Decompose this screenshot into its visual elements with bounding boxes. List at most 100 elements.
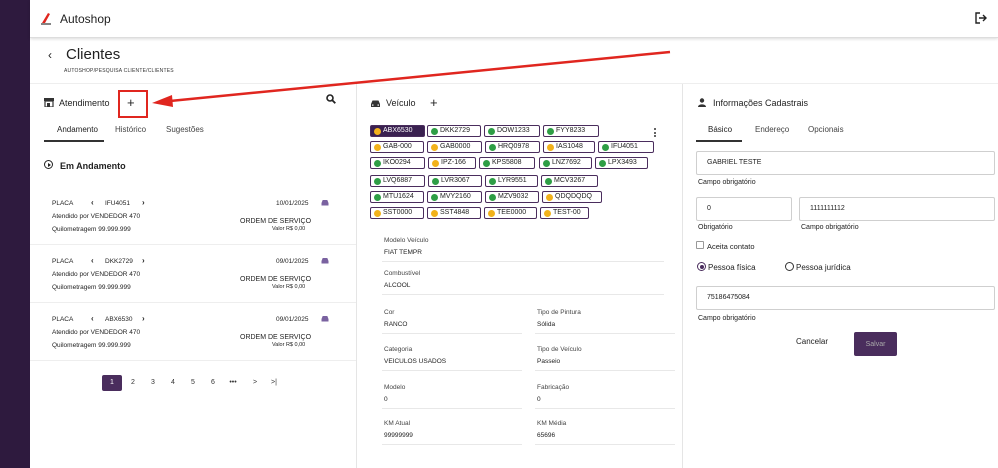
field-a[interactable]: 0 bbox=[696, 197, 792, 221]
plate-chip[interactable]: TEE0000 bbox=[484, 207, 537, 219]
tab-andamento[interactable]: Andamento bbox=[57, 125, 98, 134]
plate-chip-label: FYY8233 bbox=[556, 127, 586, 134]
vehicle-field: KM Média 65696 bbox=[535, 417, 675, 445]
plate-chip[interactable]: GAB-000 bbox=[370, 141, 424, 153]
plate-chip[interactable]: HRQ0978 bbox=[485, 141, 540, 153]
page-button[interactable]: > bbox=[245, 375, 265, 391]
vehicle-field: Modelo 0 bbox=[382, 381, 522, 409]
search-icon[interactable] bbox=[326, 94, 336, 104]
plate-chip[interactable]: IPZ-166 bbox=[428, 157, 476, 169]
plate-chip[interactable]: IKO0294 bbox=[370, 157, 425, 169]
tab-endereco[interactable]: Endereço bbox=[755, 125, 789, 134]
plate-chip-label: LPX3493 bbox=[608, 159, 637, 166]
plate-chip[interactable]: MVY2160 bbox=[427, 191, 482, 203]
plate-chip[interactable]: MZV9032 bbox=[485, 191, 539, 203]
plate-chip[interactable]: SST4848 bbox=[427, 207, 481, 219]
page-title: Clientes bbox=[66, 46, 121, 63]
card-date: 09/01/2025 bbox=[276, 316, 309, 323]
plate-chip[interactable]: DKK2729 bbox=[427, 125, 481, 137]
atendimento-card[interactable]: PLACA ‹ DKK2729 › 09/01/2025 Atendido por VEN… bbox=[30, 245, 356, 303]
valor: Valor R$ 0,00 bbox=[272, 226, 306, 232]
tab-historico[interactable]: Histórico bbox=[115, 125, 146, 134]
active-tab-indicator bbox=[696, 140, 742, 142]
page-button[interactable]: >| bbox=[264, 375, 284, 391]
next-plate-chevron-icon[interactable]: › bbox=[142, 198, 145, 207]
tab-sugestoes[interactable]: Sugestões bbox=[166, 125, 204, 134]
page-button[interactable]: ••• bbox=[223, 375, 243, 391]
tab-opcionais[interactable]: Opcionais bbox=[808, 125, 844, 134]
informacoes-title: Informações Cadastrais bbox=[713, 98, 809, 108]
page-button[interactable]: 3 bbox=[143, 375, 163, 391]
aceita-contato-checkbox[interactable] bbox=[696, 241, 704, 249]
plate-chip[interactable]: MCV3267 bbox=[541, 175, 598, 187]
card-date: 10/01/2025 bbox=[276, 200, 309, 207]
page-button[interactable]: 2 bbox=[123, 375, 143, 391]
back-chevron-icon[interactable]: ‹ bbox=[48, 48, 52, 62]
page-button[interactable]: 4 bbox=[163, 375, 183, 391]
plate-chip[interactable]: FYY8233 bbox=[543, 125, 599, 137]
pessoa-fisica-radio[interactable] bbox=[697, 262, 706, 271]
page-button[interactable]: 6 bbox=[203, 375, 223, 391]
vehicle-field-value: Passeio bbox=[537, 358, 561, 365]
next-plate-chevron-icon[interactable]: › bbox=[142, 314, 145, 323]
plate-chip[interactable]: MTU1624 bbox=[370, 191, 424, 203]
pagination: 1 2 3 4 5 6 ••• > >| bbox=[102, 375, 282, 391]
plate-chip[interactable]: LNZ7692 bbox=[539, 157, 592, 169]
status-dot-icon bbox=[488, 128, 495, 135]
prev-plate-chevron-icon[interactable]: ‹ bbox=[91, 256, 94, 265]
name-field[interactable]: GABRIEL TESTE bbox=[696, 151, 995, 175]
plate-chip-label: KPS5808 bbox=[492, 159, 522, 166]
plate-chip[interactable]: QDQDQDQ bbox=[542, 191, 602, 203]
plate-chip-label: TEE0000 bbox=[497, 209, 527, 216]
prev-plate-chevron-icon[interactable]: ‹ bbox=[91, 198, 94, 207]
car-icon bbox=[321, 258, 329, 264]
vehicle-field-label: Fabricação bbox=[537, 384, 570, 391]
status-dot-icon bbox=[602, 144, 609, 151]
plate-chip[interactable]: LYR9551 bbox=[485, 175, 538, 187]
plate-chip[interactable]: LVQ6887 bbox=[370, 175, 425, 187]
status-dot-icon bbox=[547, 128, 554, 135]
vehicle-field-label: Combustível bbox=[384, 270, 421, 277]
plate-chip[interactable]: SST0000 bbox=[370, 207, 424, 219]
tab-basico[interactable]: Básico bbox=[708, 125, 732, 134]
ordem-servico: ORDEM DE SERVIÇO bbox=[240, 334, 312, 341]
informacoes-panel: Informações Cadastrais Básico Endereço O… bbox=[682, 84, 998, 468]
sidebar bbox=[0, 0, 30, 468]
plate-chip[interactable]: LPX3493 bbox=[595, 157, 648, 169]
next-plate-chevron-icon[interactable]: › bbox=[142, 256, 145, 265]
status-dot-icon bbox=[431, 194, 438, 201]
status-dot-icon bbox=[374, 160, 381, 167]
plate-chip[interactable]: ABX6530 bbox=[370, 125, 425, 137]
plate-chip[interactable]: IFU4051 bbox=[598, 141, 654, 153]
quilometragem: Quilometragem 99.999.999 bbox=[52, 226, 131, 233]
plate-chip[interactable]: GAB0000 bbox=[427, 141, 482, 153]
ordem-servico: ORDEM DE SERVIÇO bbox=[240, 276, 312, 283]
document-field[interactable]: 75186475084 bbox=[696, 286, 995, 310]
plate-chip[interactable]: TEST-00 bbox=[540, 207, 589, 219]
atendimento-card[interactable]: PLACA ‹ ABX6530 › 09/01/2025 Atendido por VEN… bbox=[30, 303, 356, 361]
pessoa-juridica-radio[interactable] bbox=[785, 262, 794, 271]
plate-chip-label: LVR3067 bbox=[441, 177, 470, 184]
cancel-button[interactable]: Cancelar bbox=[796, 337, 828, 346]
veiculo-title: Veículo bbox=[386, 98, 416, 108]
plate-chip-label: HRQ0978 bbox=[498, 143, 530, 150]
field-b[interactable]: 1111111112 bbox=[799, 197, 995, 221]
plate-chip[interactable]: DOW1233 bbox=[484, 125, 540, 137]
vehicle-field-value: ALCOOL bbox=[384, 282, 411, 289]
atendimento-card[interactable]: PLACA ‹ IFU4051 › 10/01/2025 Atendido por VEN… bbox=[30, 187, 356, 245]
prev-plate-chevron-icon[interactable]: ‹ bbox=[91, 314, 94, 323]
add-veiculo-button[interactable]: + bbox=[430, 96, 438, 109]
plate-chip[interactable]: KPS5808 bbox=[479, 157, 535, 169]
plate-chip[interactable]: IAS1048 bbox=[543, 141, 595, 153]
vehicle-field-value: 0 bbox=[537, 396, 541, 403]
vehicle-field-label: Tipo de Veículo bbox=[537, 346, 582, 353]
vehicle-field-label: Modelo Veículo bbox=[384, 237, 429, 244]
logout-icon[interactable] bbox=[974, 11, 988, 25]
page-button[interactable]: 5 bbox=[183, 375, 203, 391]
placa-value: DKK2729 bbox=[105, 258, 133, 265]
more-options-icon[interactable] bbox=[654, 128, 657, 140]
page-button[interactable]: 1 bbox=[102, 375, 122, 391]
plate-chip[interactable]: LVR3067 bbox=[428, 175, 482, 187]
add-atendimento-button[interactable]: + bbox=[127, 96, 135, 109]
save-button[interactable]: Salvar bbox=[854, 332, 897, 356]
